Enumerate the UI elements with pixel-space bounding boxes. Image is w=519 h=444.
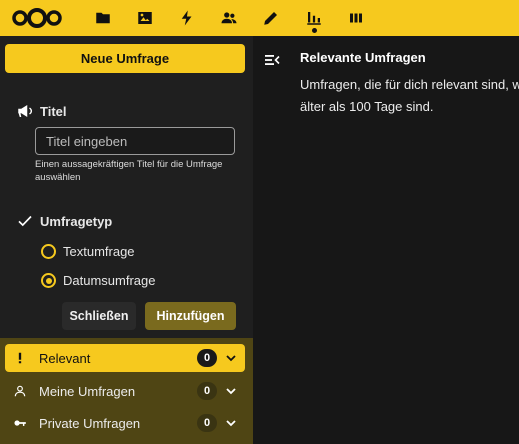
- nav-item-my-polls-label: Meine Umfragen: [39, 383, 136, 399]
- polls-icon[interactable]: [304, 8, 324, 28]
- radio-text-poll-label: Textumfrage: [63, 244, 135, 259]
- lightning-icon[interactable]: [177, 8, 197, 28]
- title-section-header: Titel: [16, 102, 67, 120]
- nav-item-my-polls[interactable]: Meine Umfragen 0: [5, 377, 245, 405]
- nav-item-relevant-label: Relevant: [39, 350, 91, 366]
- menu-collapse-icon[interactable]: [264, 52, 280, 68]
- poll-type-label: Umfragetyp: [40, 213, 113, 229]
- app-header: [0, 0, 519, 36]
- title-section-label: Titel: [40, 103, 67, 119]
- nav-item-private-polls-label: Private Umfragen: [39, 415, 141, 431]
- contacts-icon[interactable]: [219, 8, 239, 28]
- nav-item-private-polls-count: 0: [197, 414, 217, 432]
- user-icon: [11, 382, 29, 400]
- radio-date-poll[interactable]: Datumsumfrage: [41, 273, 155, 288]
- chevron-down-icon[interactable]: [225, 385, 237, 397]
- page-title: Relevante Umfragen: [300, 50, 426, 65]
- key-icon: [11, 414, 29, 432]
- checkmark-icon: [18, 215, 32, 227]
- radio-date-poll-label: Datumsumfrage: [63, 273, 156, 288]
- active-app-indicator: [312, 28, 317, 33]
- deck-icon[interactable]: [346, 8, 366, 28]
- folder-icon[interactable]: [93, 8, 113, 28]
- radio-button[interactable]: [41, 244, 56, 259]
- nextcloud-logo-icon[interactable]: [12, 7, 62, 29]
- megaphone-icon: [18, 105, 33, 117]
- nav-item-private-polls[interactable]: Private Umfragen 0: [5, 409, 245, 437]
- chevron-down-icon[interactable]: [225, 352, 237, 364]
- radio-text-poll[interactable]: Textumfrage: [41, 244, 135, 259]
- nav-item-relevant-count: 0: [197, 349, 217, 367]
- poll-title-input[interactable]: [35, 127, 235, 155]
- poll-type-section-header: Umfragetyp: [16, 212, 112, 230]
- nav-item-relevant[interactable]: Relevant 0: [5, 344, 245, 372]
- close-button[interactable]: Schließen: [62, 302, 136, 330]
- chevron-down-icon[interactable]: [225, 417, 237, 429]
- image-icon[interactable]: [135, 8, 155, 28]
- page-description: Umfragen, die für dich relevant sind, we…: [300, 74, 519, 118]
- page-description-line: Umfragen, die für dich relevant sind, we: [300, 77, 519, 92]
- pencil-icon[interactable]: [261, 8, 281, 28]
- new-poll-button[interactable]: Neue Umfrage: [5, 44, 245, 73]
- title-hint-text: Einen aussagekräftigen Titel für die Umf…: [35, 159, 223, 183]
- page-description-line: älter als 100 Tage sind.: [300, 99, 434, 114]
- exclamation-icon: [11, 349, 29, 367]
- add-button[interactable]: Hinzufügen: [145, 302, 236, 330]
- nav-item-my-polls-count: 0: [197, 382, 217, 400]
- radio-button-checked[interactable]: [41, 273, 56, 288]
